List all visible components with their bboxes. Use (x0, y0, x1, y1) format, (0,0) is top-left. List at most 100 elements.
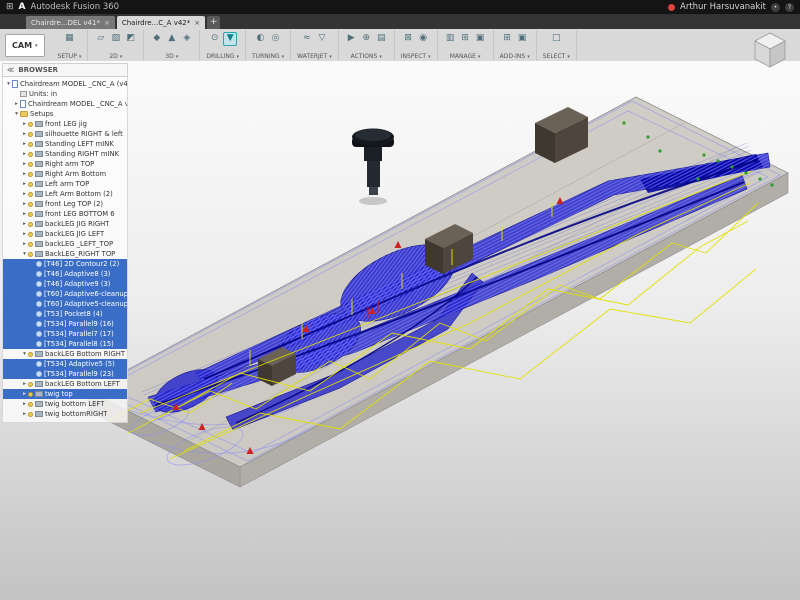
document-tab-1[interactable]: Chairdre...DEL v41*× (26, 16, 115, 29)
visibility-bulb-icon[interactable] (28, 182, 33, 187)
ribbon-group-label[interactable]: 3D▾ (165, 53, 178, 60)
select-icon[interactable]: □ (550, 32, 563, 45)
2d-adaptive-icon[interactable]: ◩ (124, 32, 137, 45)
ribbon-group-label[interactable]: SETUP▾ (58, 53, 82, 60)
browser-item[interactable]: ▸Left Arm Bottom (2) (3, 189, 127, 199)
ribbon-group-label[interactable]: WATERJET▾ (297, 53, 332, 60)
waterjet-icon[interactable]: ≈ (300, 32, 313, 45)
browser-operation[interactable]: [T534] Parallel7 (17) (3, 329, 127, 339)
browser-item[interactable]: ▾backLEG Bottom RIGHT (3, 349, 127, 359)
browser-item[interactable]: ▸twig bottomRIGHT (3, 409, 127, 419)
browser-item[interactable]: ▾Setups (3, 109, 127, 119)
browser-item[interactable]: ▸front Leg TOP (2) (3, 199, 127, 209)
expand-arrow-icon[interactable]: ▸ (21, 211, 28, 217)
visibility-bulb-icon[interactable] (28, 142, 33, 147)
measure-icon[interactable]: ⊠ (402, 32, 415, 45)
visibility-bulb-icon[interactable] (28, 382, 33, 387)
simulate-icon[interactable]: ▶ (345, 32, 358, 45)
visibility-bulb-icon[interactable] (28, 222, 33, 227)
browser-operation[interactable]: [T53] Pocket8 (4) (3, 309, 127, 319)
browser-item[interactable]: ▸Right arm TOP (3, 159, 127, 169)
expand-arrow-icon[interactable]: ▸ (21, 221, 28, 227)
ribbon-group-label[interactable]: ACTIONS▾ (351, 53, 382, 60)
visibility-bulb-icon[interactable] (28, 352, 33, 357)
viewcube[interactable] (748, 28, 794, 74)
setup-sheet-icon[interactable]: ▤ (375, 32, 388, 45)
visibility-bulb-icon[interactable] (28, 192, 33, 197)
browser-item[interactable]: ▸silhouette RIGHT & left (3, 129, 127, 139)
expand-arrow-icon[interactable]: ▸ (21, 181, 28, 187)
browser-item[interactable]: ▸Left arm TOP (3, 179, 127, 189)
visibility-bulb-icon[interactable] (28, 152, 33, 157)
scripts-addins-icon[interactable]: ⊞ (501, 32, 514, 45)
3d-parallel-icon[interactable]: ◈ (180, 32, 193, 45)
visibility-bulb-icon[interactable] (28, 252, 33, 257)
browser-operation[interactable]: [T534] Parallel8 (15) (3, 339, 127, 349)
3d-pocket-icon[interactable]: ▲ (165, 32, 178, 45)
expand-arrow-icon[interactable]: ▸ (21, 141, 28, 147)
expand-arrow-icon[interactable]: ▸ (21, 151, 28, 157)
bell-icon[interactable]: • (771, 3, 780, 12)
templates-icon[interactable]: ⊞ (459, 32, 472, 45)
visibility-bulb-icon[interactable] (28, 232, 33, 237)
expand-arrow-icon[interactable]: ▸ (21, 381, 28, 387)
browser-operation[interactable]: [T46] Adaptive8 (3) (3, 269, 127, 279)
close-tab-icon[interactable]: × (194, 19, 200, 27)
browser-item[interactable]: ▸Standing LEFT mINK (3, 139, 127, 149)
browser-item[interactable]: ▾Chairdream MODEL _CNC_A (v41 recovered) (3, 79, 127, 89)
expand-arrow-icon[interactable]: ▸ (13, 101, 20, 107)
2d-pocket-icon[interactable]: ▱ (94, 32, 107, 45)
visibility-bulb-icon[interactable] (28, 162, 33, 167)
app-grid-icon[interactable]: ⊞ (6, 2, 14, 12)
visibility-bulb-icon[interactable] (28, 132, 33, 137)
laser-cut-icon[interactable]: ▽ (315, 32, 328, 45)
turning-profile-icon[interactable]: ◐ (254, 32, 267, 45)
2d-contour-icon[interactable]: ▨ (109, 32, 122, 45)
browser-item[interactable]: ▸front LEG jig (3, 119, 127, 129)
new-setup-icon[interactable]: ▦ (63, 32, 76, 45)
notification-badge-icon[interactable] (668, 4, 675, 11)
app-store-icon[interactable]: ▣ (516, 32, 529, 45)
visibility-bulb-icon[interactable] (28, 212, 33, 217)
workspace-selector[interactable]: CAM ▾ (5, 34, 45, 57)
browser-operation[interactable]: [T60] Adaptive5-cleanup with 1/4 (5) (3, 299, 127, 309)
expand-arrow-icon[interactable]: ▾ (21, 351, 28, 357)
section-analysis-icon[interactable]: ◉ (417, 32, 430, 45)
browser-item[interactable]: ▸Chairdream MODEL _CNC_A v42 (3, 99, 127, 109)
ribbon-group-label[interactable]: TURNING▾ (252, 53, 284, 60)
browser-operation[interactable]: [T46] 2D Contour2 (2) (3, 259, 127, 269)
browser-operation[interactable]: [T534] Parallel9 (23) (3, 369, 127, 379)
browser-item[interactable]: Units: in (3, 89, 127, 99)
visibility-bulb-icon[interactable] (28, 122, 33, 127)
browser-operation[interactable]: [T534] Adaptive5 (5) (3, 359, 127, 369)
ribbon-group-label[interactable]: SELECT▾ (543, 53, 570, 60)
expand-arrow-icon[interactable]: ▸ (21, 401, 28, 407)
ribbon-group-label[interactable]: MANAGE▾ (450, 53, 481, 60)
visibility-bulb-icon[interactable] (28, 392, 33, 397)
ribbon-group-label[interactable]: DRILLING▾ (206, 53, 239, 60)
browser-item[interactable]: ▸backLEG JIG LEFT (3, 229, 127, 239)
post-process-icon[interactable]: ⊕ (360, 32, 373, 45)
browser-item[interactable]: ▸backLEG Bottom LEFT (3, 379, 127, 389)
3d-adaptive-icon[interactable]: ◆ (150, 32, 163, 45)
expand-arrow-icon[interactable]: ▸ (21, 171, 28, 177)
tool-library-icon[interactable]: ▥ (444, 32, 457, 45)
visibility-bulb-icon[interactable] (28, 402, 33, 407)
user-name[interactable]: Arthur Harsuvanakit (680, 2, 766, 12)
visibility-bulb-icon[interactable] (28, 242, 33, 247)
visibility-bulb-icon[interactable] (28, 412, 33, 417)
expand-arrow-icon[interactable]: ▸ (21, 391, 28, 397)
browser-item[interactable]: ▸backLEG JIG RIGHT (3, 219, 127, 229)
browser-item[interactable]: ▸Standing RIGHT mINK (3, 149, 127, 159)
ribbon-group-label[interactable]: 2D▾ (109, 53, 122, 60)
browser-item[interactable]: ▸Right Arm Bottom (3, 169, 127, 179)
document-tab-2[interactable]: Chairdre...C_A v42*× (117, 16, 205, 29)
ribbon-group-label[interactable]: INSPECT▾ (401, 53, 431, 60)
browser-operation[interactable]: [T46] Adaptive9 (3) (3, 279, 127, 289)
browser-item[interactable]: ▸twig bottom LEFT (3, 399, 127, 409)
deep-drill-icon[interactable]: ▼ (223, 32, 237, 46)
expand-arrow-icon[interactable]: ▸ (21, 201, 28, 207)
help-icon[interactable]: ? (785, 3, 794, 12)
expand-arrow-icon[interactable]: ▸ (21, 231, 28, 237)
visibility-bulb-icon[interactable] (28, 172, 33, 177)
